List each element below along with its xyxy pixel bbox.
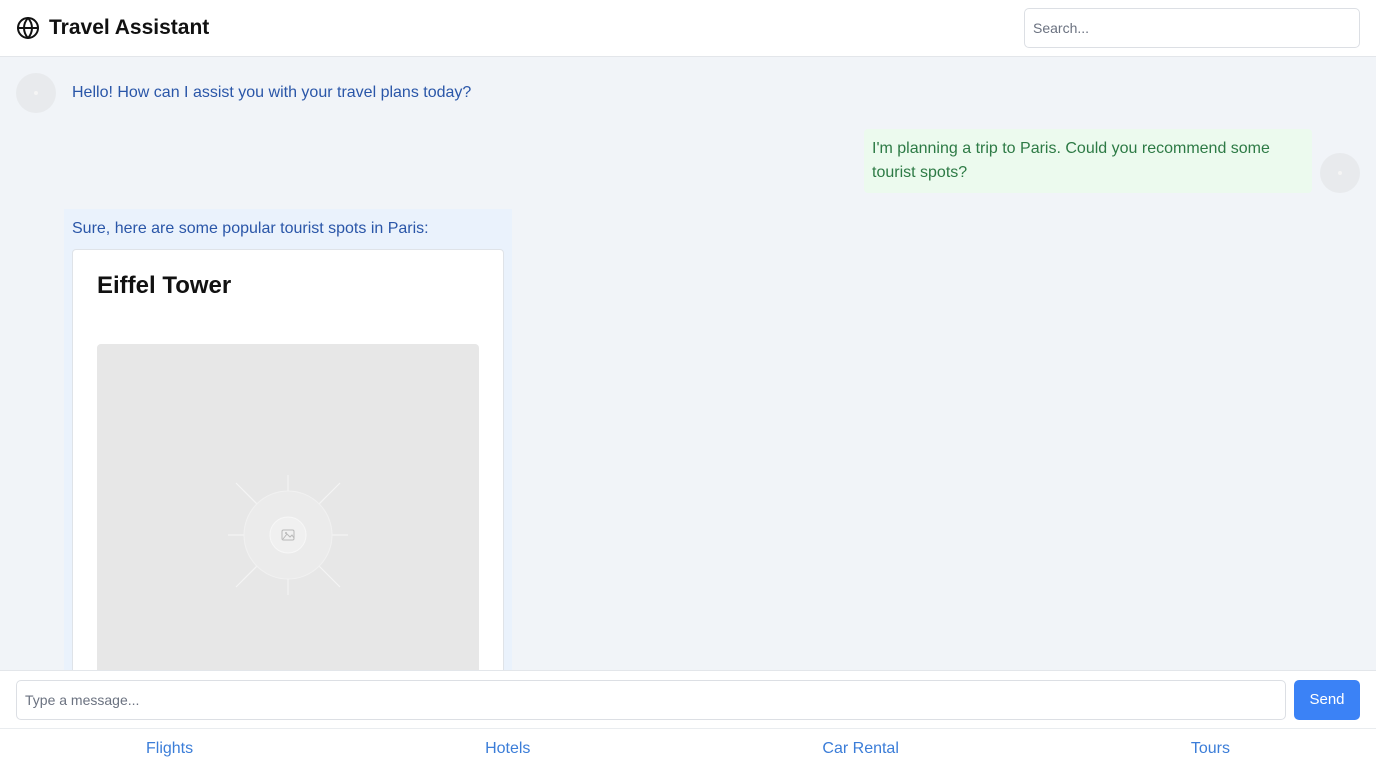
tourist-spot-card[interactable]: Eiffel Tower [72,249,504,670]
brand: Travel Assistant [16,16,209,40]
user-avatar [1320,153,1360,193]
nav-car-rental[interactable]: Car Rental [822,740,898,758]
card-title: Eiffel Tower [97,272,232,299]
message-input[interactable] [16,679,1286,720]
globe-icon [16,16,40,40]
search-input[interactable] [1024,8,1360,48]
assistant-message-text: Sure, here are some popular tourist spot… [72,220,429,237]
bottom-nav: Flights Hotels Car Rental Tours [0,728,1376,768]
chat-area[interactable]: Hello! How can I assist you with your tr… [0,57,1376,670]
assistant-avatar [16,73,56,113]
nav-hotels[interactable]: Hotels [485,740,530,758]
nav-tours[interactable]: Tours [1191,740,1230,758]
assistant-message: Hello! How can I assist you with your tr… [72,84,472,101]
card-image [97,344,479,670]
message-composer: Send [0,670,1376,728]
app-title: Travel Assistant [49,16,210,39]
user-message: I'm planning a trip to Paris. Could you … [864,129,1312,193]
nav-flights[interactable]: Flights [146,740,193,758]
send-button[interactable]: Send [1294,679,1360,720]
assistant-message: Sure, here are some popular tourist spot… [64,209,512,670]
image-placeholder-icon [228,475,348,595]
app-header: Travel Assistant [0,0,1376,57]
